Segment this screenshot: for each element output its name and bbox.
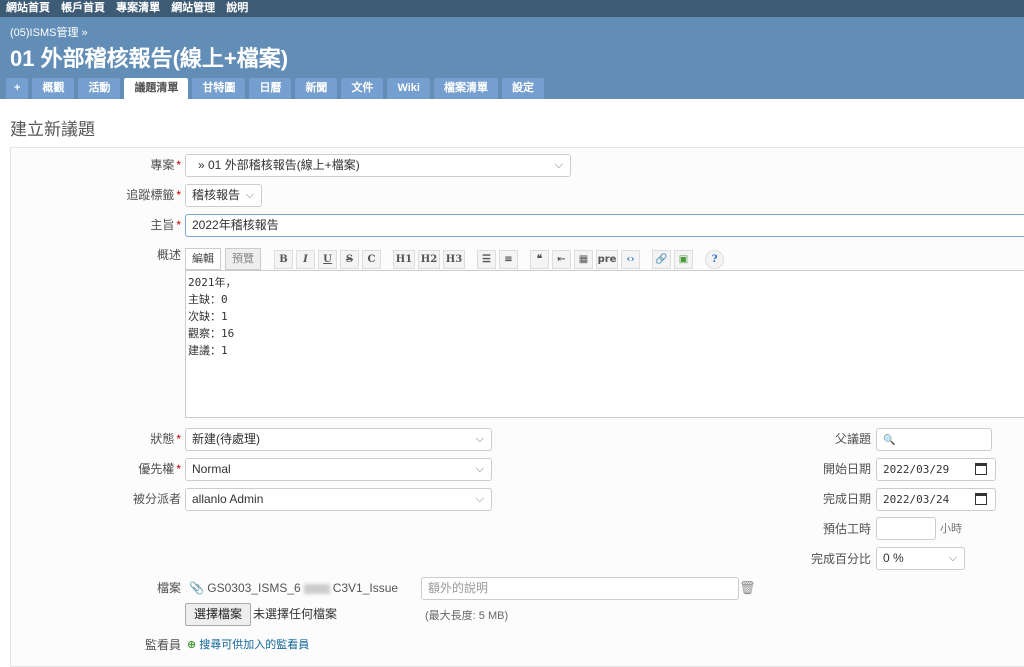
project-select[interactable]: » 01 外部稽核報告(線上+檔案) ⌵ [185,154,571,177]
tab-settings[interactable]: 設定 [501,78,544,99]
tab-documents[interactable]: 文件 [341,78,384,99]
heading2-button[interactable]: H2 [418,249,440,269]
hours-unit: 小時 [940,523,962,535]
tab-preview[interactable]: 預覽 [225,248,261,270]
tab-activity[interactable]: 活動 [78,78,121,99]
parent-issue-input[interactable]: 🔍 [876,428,992,451]
search-watchers-link[interactable]: 搜尋可供加入的監看員 [199,639,309,651]
assignee-label: 被分派者 [132,492,181,506]
tab-calendar[interactable]: 日曆 [249,78,292,99]
main-tabs: + 概觀 活動 議題清單 甘特圖 日曆 新聞 文件 Wiki 檔案清單 設定 [6,78,548,99]
chevron-down-icon: ⌵ [554,159,563,171]
tracker-select[interactable]: 稽核報告 ⌵ [185,184,262,207]
project-label: 專案 * [150,158,181,172]
top-menu: 網站首頁 帳戶首頁 專案清單 網站管理 說明 [0,0,1024,17]
description-textarea[interactable]: 2021年， 主缺：0 次缺：1 觀察：16 建議：1 [185,270,1024,418]
chevron-down-icon: ⌵ [475,493,484,505]
start-date-input[interactable]: 2022/03/29 [876,458,996,481]
calendar-icon [975,463,987,475]
top-menu-projects[interactable]: 專案清單 [116,2,160,14]
priority-select[interactable]: Normal ⌵ [185,458,492,481]
issue-form: 專案 * » 01 外部稽核報告(線上+檔案) ⌵ 追蹤標籤 * 稽核報告 ⌵ 主旨 * … [10,147,1024,667]
tab-issues[interactable]: 議題清單 [124,78,189,99]
top-menu-help[interactable]: 說明 [226,2,248,14]
tab-news[interactable]: 新聞 [295,78,338,99]
top-menu-administration[interactable]: 網站管理 [171,2,215,14]
max-size-note: (最大長度: 5 MB) [425,610,509,622]
redacted-block [303,583,330,594]
strikethrough-button[interactable]: S [340,249,359,269]
heading3-button[interactable]: H3 [443,249,465,269]
trash-icon[interactable]: 🗑 [739,580,756,596]
tab-edit[interactable]: 編輯 [185,248,221,270]
start-date-label: 開始日期 [822,462,871,476]
breadcrumb[interactable]: (05)ISMS管理 » [10,24,88,40]
top-menu-my-page[interactable]: 帳戶首頁 [61,2,105,14]
due-date-label: 完成日期 [822,492,871,506]
tracker-label: 追蹤標籤 * [126,188,181,202]
link-icon[interactable]: 🔗 [652,249,671,269]
unordered-list-icon[interactable]: ☰ [477,249,496,269]
tab-gantt[interactable]: 甘特圖 [192,78,246,99]
table-icon[interactable]: ▦ [574,249,593,269]
quote-icon[interactable]: ❝ [530,249,549,269]
assignee-select[interactable]: allanlo Admin ⌵ [185,488,492,511]
estimated-hours-label: 預估工時 [822,522,871,536]
done-ratio-select[interactable]: 0 % ⌵ [876,547,965,570]
done-ratio-label: 完成百分比 [810,552,871,566]
estimated-hours-input[interactable] [876,517,936,540]
tab-wiki[interactable]: Wiki [387,78,430,99]
add-icon: ⊕ [187,639,197,651]
paperclip-icon: 📎 [189,581,204,595]
due-date-input[interactable]: 2022/03/24 [876,488,996,511]
subject-label: 主旨 * [150,218,181,232]
chevron-down-icon: ⌵ [948,552,957,564]
underline-button[interactable]: U [318,249,337,269]
wiki-toolbar: 編輯 預覽 B I U S C H1 H2 H3 ☰ ≡ ❝ ⇤ ▦ pre ‹… [185,248,727,270]
code-icon[interactable]: ‹› [621,249,640,269]
parent-issue-label: 父議題 [834,432,871,446]
content: 建立新議題 專案 * » 01 外部稽核報告(線上+檔案) ⌵ 追蹤標籤 * 稽核報告… [0,99,1024,667]
attached-file: 📎 GS0303_ISMS_6 C3V1_Issue [189,581,399,595]
help-icon[interactable]: ? [705,249,724,269]
bold-button[interactable]: B [274,249,293,269]
tab-new-object[interactable]: + [6,78,29,99]
chevron-down-icon: ⌵ [245,189,254,201]
page-title: 01 外部稽核報告(線上+檔案) [10,46,289,71]
file-description-input[interactable]: 額外的說明 [421,577,739,600]
calendar-icon [975,493,987,505]
files-label: 檔案 [156,581,181,595]
tab-overview[interactable]: 概觀 [32,78,75,99]
top-menu-home[interactable]: 網站首頁 [6,2,50,14]
unquote-icon[interactable]: ⇤ [552,249,571,269]
chevron-down-icon: ⌵ [475,433,484,445]
status-label: 狀態 * [150,432,181,446]
ordered-list-icon[interactable]: ≡ [499,249,518,269]
subject-input[interactable]: 2022年稽核報告 [185,214,1024,237]
no-file-text: 未選擇任何檔案 [253,607,338,621]
choose-file-button[interactable]: 選擇檔案 [185,603,252,626]
inline-code-button[interactable]: C [362,249,381,269]
priority-label: 優先權 * [138,462,181,476]
pre-button[interactable]: pre [596,249,618,269]
chevron-down-icon: ⌵ [475,463,484,475]
heading1-button[interactable]: H1 [393,249,415,269]
page-heading: 建立新議題 [10,120,95,139]
italic-button[interactable]: I [296,249,315,269]
description-label: 概述 [156,248,181,262]
tab-files[interactable]: 檔案清單 [433,78,498,99]
header: (05)ISMS管理 » 01 外部稽核報告(線上+檔案) + 概觀 活動 議題… [0,17,1024,99]
search-icon: 🔍 [883,435,896,446]
status-select[interactable]: 新建(待處理) ⌵ [185,428,492,451]
image-icon[interactable]: ▣ [674,249,693,269]
